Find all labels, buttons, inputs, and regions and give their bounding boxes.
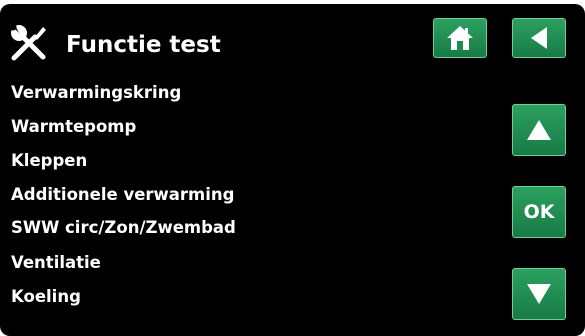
display-screen: Functie test Verwarmingskring Warmtepomp… xyxy=(0,4,585,336)
page-title: Functie test xyxy=(66,32,221,58)
menu-item-additionele-verwarming[interactable]: Additionele verwarming xyxy=(11,184,234,206)
tools-icon xyxy=(8,22,50,64)
up-arrow-icon xyxy=(525,118,553,142)
menu-item-ventilatie[interactable]: Ventilatie xyxy=(11,252,101,274)
back-arrow-icon xyxy=(527,25,551,51)
down-arrow-icon xyxy=(525,282,553,306)
down-button[interactable] xyxy=(512,268,566,320)
up-button[interactable] xyxy=(512,104,566,156)
menu-item-kleppen[interactable]: Kleppen xyxy=(11,150,87,172)
home-button[interactable] xyxy=(433,18,487,58)
menu-item-koeling[interactable]: Koeling xyxy=(11,286,81,308)
menu-item-sww-circ-zon-zwembad[interactable]: SWW circ/Zon/Zwembad xyxy=(11,217,236,239)
ok-label: OK xyxy=(523,201,555,223)
menu-item-warmtepomp[interactable]: Warmtepomp xyxy=(11,116,136,138)
home-icon xyxy=(445,23,475,53)
ok-button[interactable]: OK xyxy=(512,186,566,238)
menu-item-verwarmingskring[interactable]: Verwarmingskring xyxy=(11,82,181,104)
back-button[interactable] xyxy=(512,18,566,58)
